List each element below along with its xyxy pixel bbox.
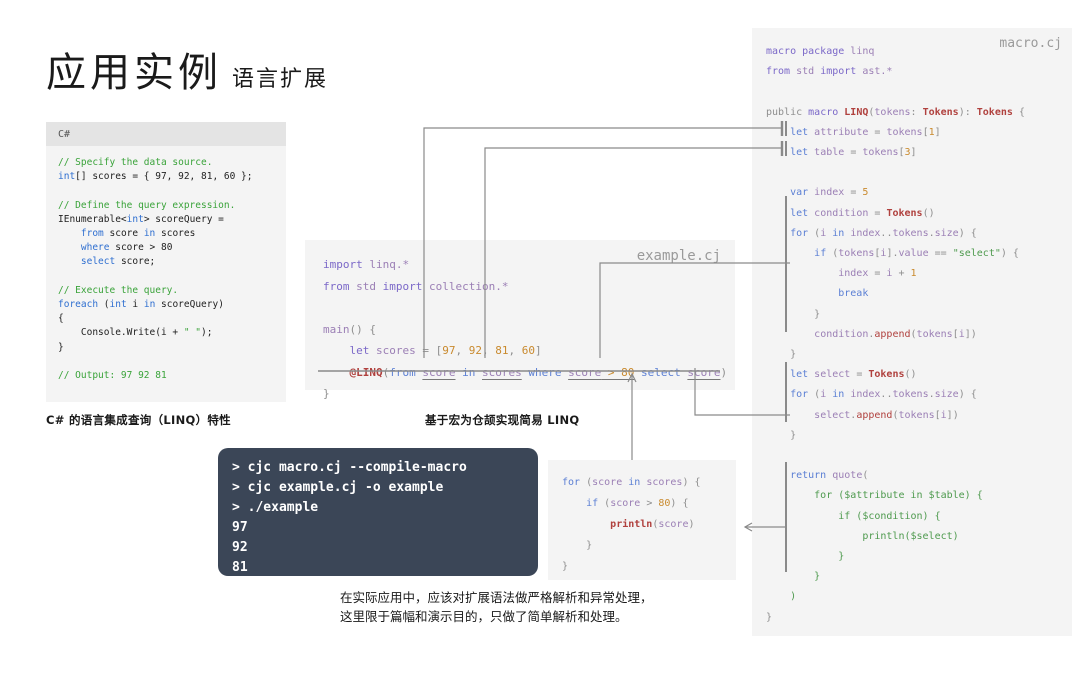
wire-quote-arrowhead: [743, 522, 753, 532]
caption-csharp: C# 的语言集成查询（LINQ）特性: [46, 413, 231, 427]
example-code-body: import linq.* from std import collection…: [323, 258, 728, 400]
macro-expansion-body: for (score in scores) { if (score > 80) …: [562, 477, 701, 572]
csharp-code-panel: C# // Specify the data source. int[] sco…: [46, 122, 286, 402]
csharp-panel-header-label: C#: [58, 128, 71, 140]
slide-canvas: 应用实例 语言扩展 C# // Specify the data source.…: [0, 0, 1080, 680]
terminal-output: > cjc macro.cj --compile-macro > cjc exa…: [232, 460, 467, 575]
bottom-note: 在实际应用中，应该对扩展语法做严格解析和异常处理， 这里限于篇幅和演示目的，只做…: [340, 590, 653, 624]
caption-example: 基于宏为仓颉实现简易 LINQ: [425, 413, 580, 427]
page-title-sub: 语言扩展: [232, 67, 329, 92]
csharp-code-body: // Specify the data source. int[] scores…: [58, 157, 253, 382]
page-title-main: 应用实例: [46, 50, 222, 96]
terminal-window: > cjc macro.cj --compile-macro > cjc exa…: [218, 448, 538, 576]
macro-code-panel: macro.cj macro package linq from std imp…: [752, 28, 1072, 636]
macro-panel-tag: macro.cj: [999, 36, 1062, 51]
page-title: 应用实例 语言扩展: [46, 40, 328, 98]
example-panel-tag: example.cj: [636, 248, 721, 264]
example-code-panel: example.cj import linq.* from std import…: [305, 240, 735, 400]
csharp-panel-header: C#: [46, 122, 286, 146]
macro-code-body: macro package linq from std import ast.*…: [766, 46, 1025, 623]
macro-expansion-panel: for (score in scores) { if (score > 80) …: [548, 460, 736, 580]
